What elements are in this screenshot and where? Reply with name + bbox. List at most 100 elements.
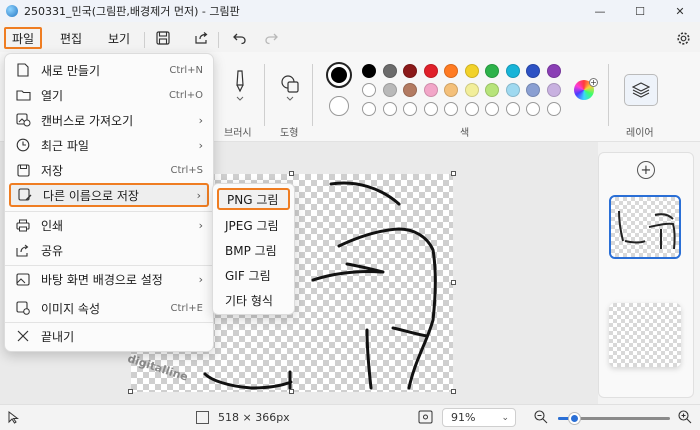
menu-item-image-properties[interactable]: 이미지 속성 Ctrl+E bbox=[9, 296, 209, 320]
zoom-dropdown[interactable]: 91% ⌄ bbox=[442, 408, 516, 427]
color-swatch[interactable] bbox=[546, 102, 561, 116]
color-swatch[interactable] bbox=[423, 102, 438, 116]
color-swatch[interactable] bbox=[464, 83, 479, 97]
color-swatch[interactable] bbox=[382, 83, 397, 97]
color-swatch[interactable] bbox=[526, 83, 540, 97]
save-icon[interactable] bbox=[152, 29, 174, 47]
menu-item-save[interactable]: 저장 Ctrl+S bbox=[9, 158, 209, 182]
color-swatch[interactable] bbox=[505, 83, 520, 97]
color-swatch[interactable] bbox=[505, 102, 520, 116]
zoom-slider-track[interactable] bbox=[558, 413, 670, 424]
desktop-background-icon bbox=[15, 271, 31, 287]
save-icon bbox=[15, 162, 31, 178]
menu-item-save-as[interactable]: 다른 이름으로 저장 › bbox=[9, 183, 209, 207]
share-icon[interactable] bbox=[190, 29, 212, 47]
save-as-icon bbox=[17, 187, 33, 203]
import-image-icon bbox=[15, 112, 31, 128]
brush-icon[interactable] bbox=[230, 68, 250, 105]
menu-separator bbox=[5, 211, 213, 212]
layers-panel: + bbox=[598, 152, 694, 398]
color-swatch[interactable] bbox=[382, 64, 397, 78]
color-swatch[interactable] bbox=[485, 102, 499, 116]
color-swatch[interactable] bbox=[423, 83, 438, 97]
layer-label: 레이어 bbox=[626, 128, 654, 139]
color-swatch[interactable] bbox=[485, 64, 499, 78]
color-swatch[interactable] bbox=[403, 102, 417, 116]
canvas-resize-handle[interactable] bbox=[451, 171, 456, 176]
color-swatch[interactable] bbox=[444, 102, 458, 116]
settings-gear-icon[interactable] bbox=[672, 29, 694, 47]
menu-item-exit[interactable]: 끝내기 bbox=[9, 324, 209, 348]
color-swatch[interactable] bbox=[464, 64, 479, 78]
add-layer-icon[interactable]: + bbox=[637, 161, 655, 179]
pointer-cursor-icon bbox=[8, 410, 19, 427]
redo-icon[interactable] bbox=[260, 29, 282, 47]
color-swatch[interactable] bbox=[444, 64, 458, 78]
canvas-resize-handle[interactable] bbox=[451, 280, 456, 285]
zoom-in-icon[interactable] bbox=[678, 410, 692, 427]
exit-x-icon bbox=[15, 328, 31, 344]
canvas-resize-handle[interactable] bbox=[289, 171, 294, 176]
minimize-button[interactable]: — bbox=[580, 0, 620, 22]
menu-item-share[interactable]: 공유 bbox=[9, 238, 209, 262]
selection-size-icon bbox=[196, 411, 209, 424]
color-swatch[interactable] bbox=[444, 83, 458, 97]
zoom-value: 91% bbox=[451, 411, 476, 424]
color-swatch[interactable] bbox=[362, 83, 376, 97]
canvas-resize-handle[interactable] bbox=[451, 389, 456, 394]
share-icon bbox=[15, 242, 31, 258]
folder-icon bbox=[15, 87, 31, 103]
color-swatch[interactable] bbox=[546, 83, 561, 97]
color-swatch[interactable] bbox=[546, 64, 561, 78]
color-swatch[interactable] bbox=[382, 102, 397, 116]
menu-item-open[interactable]: 열기 Ctrl+O bbox=[9, 83, 209, 107]
color-swatch[interactable] bbox=[362, 102, 376, 116]
menu-item-import-to-canvas[interactable]: 캔버스로 가져오기 › bbox=[9, 108, 209, 132]
color-swatch[interactable] bbox=[526, 64, 540, 78]
primary-color-swatch[interactable] bbox=[326, 62, 352, 88]
submenu-item-bmp[interactable]: BMP 그림 bbox=[217, 239, 290, 261]
zoom-out-icon[interactable] bbox=[534, 410, 548, 427]
save-as-submenu: PNG 그림 JPEG 그림 BMP 그림 GIF 그림 기타 형식 bbox=[212, 183, 295, 315]
color-swatch[interactable] bbox=[505, 64, 520, 78]
layer-thumbnail-background[interactable] bbox=[609, 303, 681, 367]
menu-view[interactable]: 보기 bbox=[100, 27, 138, 49]
zoom-slider-thumb[interactable] bbox=[569, 413, 580, 424]
color-swatch[interactable] bbox=[403, 64, 417, 78]
add-color-icon[interactable]: + bbox=[589, 78, 598, 87]
printer-icon bbox=[15, 217, 31, 233]
shape-label: 도형 bbox=[280, 128, 299, 139]
canvas-dimensions: 518 × 366px bbox=[218, 411, 290, 424]
color-swatch[interactable] bbox=[403, 83, 417, 97]
submenu-item-gif[interactable]: GIF 그림 bbox=[217, 264, 290, 286]
menu-file[interactable]: 파일 bbox=[4, 27, 42, 49]
close-button[interactable]: ✕ bbox=[660, 0, 700, 22]
color-swatch[interactable] bbox=[362, 64, 376, 78]
menu-item-new[interactable]: 새로 만들기 Ctrl+N bbox=[9, 58, 209, 82]
ribbon-divider bbox=[264, 64, 265, 126]
color-swatch[interactable] bbox=[464, 102, 479, 116]
layer-thumbnail-active[interactable] bbox=[609, 195, 681, 259]
menu-item-print[interactable]: 인쇄 › bbox=[9, 213, 209, 237]
chevron-down-icon: ⌄ bbox=[501, 412, 509, 423]
file-menu-dropdown: 새로 만들기 Ctrl+N 열기 Ctrl+O 캔버스로 가져오기 › 최근 파… bbox=[4, 53, 214, 352]
color-swatch[interactable] bbox=[485, 83, 499, 97]
menu-edit[interactable]: 편집 bbox=[52, 27, 90, 49]
menu-item-recent-files[interactable]: 최근 파일 › bbox=[9, 133, 209, 157]
submenu-item-png[interactable]: PNG 그림 bbox=[217, 188, 290, 210]
submenu-item-other-formats[interactable]: 기타 형식 bbox=[217, 289, 290, 311]
layers-button[interactable] bbox=[624, 74, 658, 106]
color-swatch[interactable] bbox=[526, 102, 540, 116]
canvas-resize-handle[interactable] bbox=[128, 389, 133, 394]
maximize-button[interactable]: ☐ bbox=[620, 0, 660, 22]
color-swatch[interactable] bbox=[423, 64, 438, 78]
submenu-item-jpeg[interactable]: JPEG 그림 bbox=[217, 214, 290, 236]
fit-to-window-icon[interactable] bbox=[418, 410, 433, 427]
menu-item-set-as-background[interactable]: 바탕 화면 배경으로 설정 › bbox=[9, 267, 209, 291]
shapes-icon[interactable] bbox=[280, 74, 302, 105]
undo-icon[interactable] bbox=[228, 29, 250, 47]
secondary-color-swatch[interactable] bbox=[329, 96, 349, 116]
title-bar: 250331_민국(그림판,배경제거 먼저) - 그림판 — ☐ ✕ bbox=[0, 0, 700, 22]
canvas-resize-handle[interactable] bbox=[289, 389, 294, 394]
paint-app-icon bbox=[6, 5, 18, 17]
